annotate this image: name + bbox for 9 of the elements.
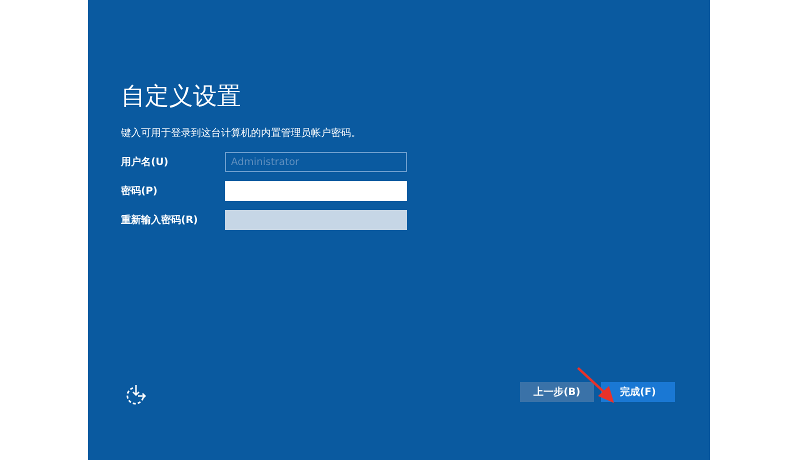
field-label: 用户名(U) [121, 155, 170, 169]
back-button[interactable]: 上一步(B) [520, 382, 594, 402]
accessibility-icon[interactable] [125, 384, 147, 406]
input-field[interactable] [225, 181, 407, 201]
field-label: 密码(P) [121, 184, 158, 198]
field-label: 重新输入密码(R) [121, 213, 199, 227]
finish-button[interactable]: 完成(F) [601, 382, 675, 402]
description-text: 键入可用于登录到这台计算机的内置管理员帐户密码。 [121, 126, 361, 140]
page-title: 自定义设置 [121, 81, 241, 112]
